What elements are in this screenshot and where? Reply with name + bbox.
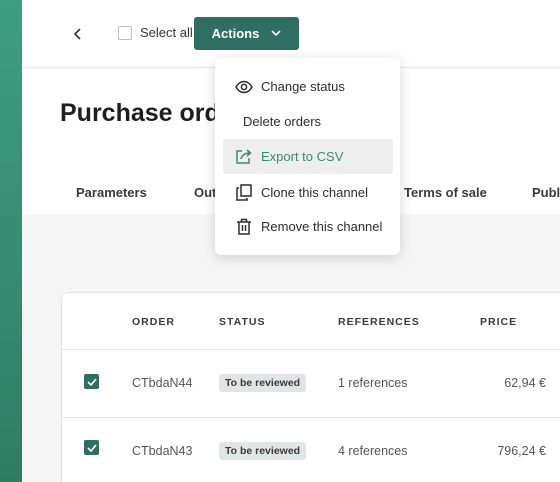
trash-icon <box>235 218 253 236</box>
actions-label: Actions <box>211 26 260 41</box>
header-order: ORDER <box>132 316 175 328</box>
order-id[interactable]: CTbdaN44 <box>132 376 192 390</box>
checkbox-unchecked[interactable] <box>118 25 132 40</box>
references-count: 4 references <box>338 444 408 458</box>
menu-item-label: Export to CSV <box>261 149 344 164</box>
menu-item-label: Remove this channel <box>261 219 383 234</box>
table-row[interactable]: CTbdaN43 To be reviewed 4 references 796… <box>62 417 560 482</box>
tab-out[interactable]: Out <box>194 185 216 200</box>
references-count: 1 references <box>338 376 408 390</box>
tab-parameters[interactable]: Parameters <box>76 185 147 200</box>
price-value: 62,94 € <box>504 376 546 390</box>
menu-item-label: Change status <box>261 79 345 94</box>
copy-icon <box>235 184 253 202</box>
menu-item-label: Delete orders <box>243 114 322 129</box>
table-row[interactable]: CTbdaN44 To be reviewed 1 references 62,… <box>62 349 560 417</box>
menu-item-label: Clone this channel <box>261 185 368 200</box>
check-icon <box>86 377 97 386</box>
header-status: STATUS <box>219 316 266 328</box>
export-icon <box>235 148 253 166</box>
menu-item-change-status[interactable]: Change status <box>223 69 393 104</box>
row-checkbox[interactable] <box>84 440 99 455</box>
tab-publi[interactable]: Publi <box>532 185 560 200</box>
order-id[interactable]: CTbdaN43 <box>132 444 192 458</box>
header-price: PRICE <box>480 316 518 328</box>
actions-button[interactable]: Actions <box>194 17 299 50</box>
select-all-checkbox[interactable]: Select all <box>118 25 193 40</box>
chevron-left-icon <box>73 28 81 40</box>
price-value: 796,24 € <box>497 444 546 458</box>
status-badge: To be reviewed <box>219 442 307 460</box>
select-all-label: Select all <box>140 25 193 40</box>
orders-table: ORDER STATUS REFERENCES PRICE CTbdaN44 T… <box>61 292 560 482</box>
tab-terms-of-sale[interactable]: Terms of sale <box>404 185 487 200</box>
left-accent-bar <box>0 0 22 482</box>
status-badge: To be reviewed <box>219 374 307 392</box>
chevron-down-icon <box>271 30 281 37</box>
header-references: REFERENCES <box>338 316 420 328</box>
back-button[interactable] <box>66 22 90 46</box>
actions-dropdown-menu: Change status Delete orders Export to CS… <box>215 58 400 255</box>
menu-item-remove-channel[interactable]: Remove this channel <box>223 209 393 244</box>
menu-item-delete-orders[interactable]: Delete orders <box>223 104 393 139</box>
menu-item-clone-channel[interactable]: Clone this channel <box>223 175 393 210</box>
check-icon <box>86 443 97 452</box>
row-checkbox[interactable] <box>84 374 99 389</box>
menu-item-export-csv[interactable]: Export to CSV <box>223 139 393 174</box>
eye-icon <box>235 78 253 96</box>
